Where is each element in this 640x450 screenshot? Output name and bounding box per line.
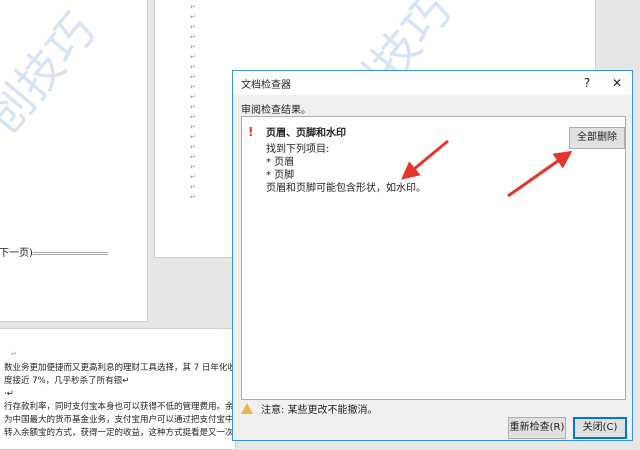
- arrow-annotation: [507, 150, 573, 198]
- annotation-arrows: [401, 139, 573, 198]
- arrow-annotation: [401, 139, 449, 180]
